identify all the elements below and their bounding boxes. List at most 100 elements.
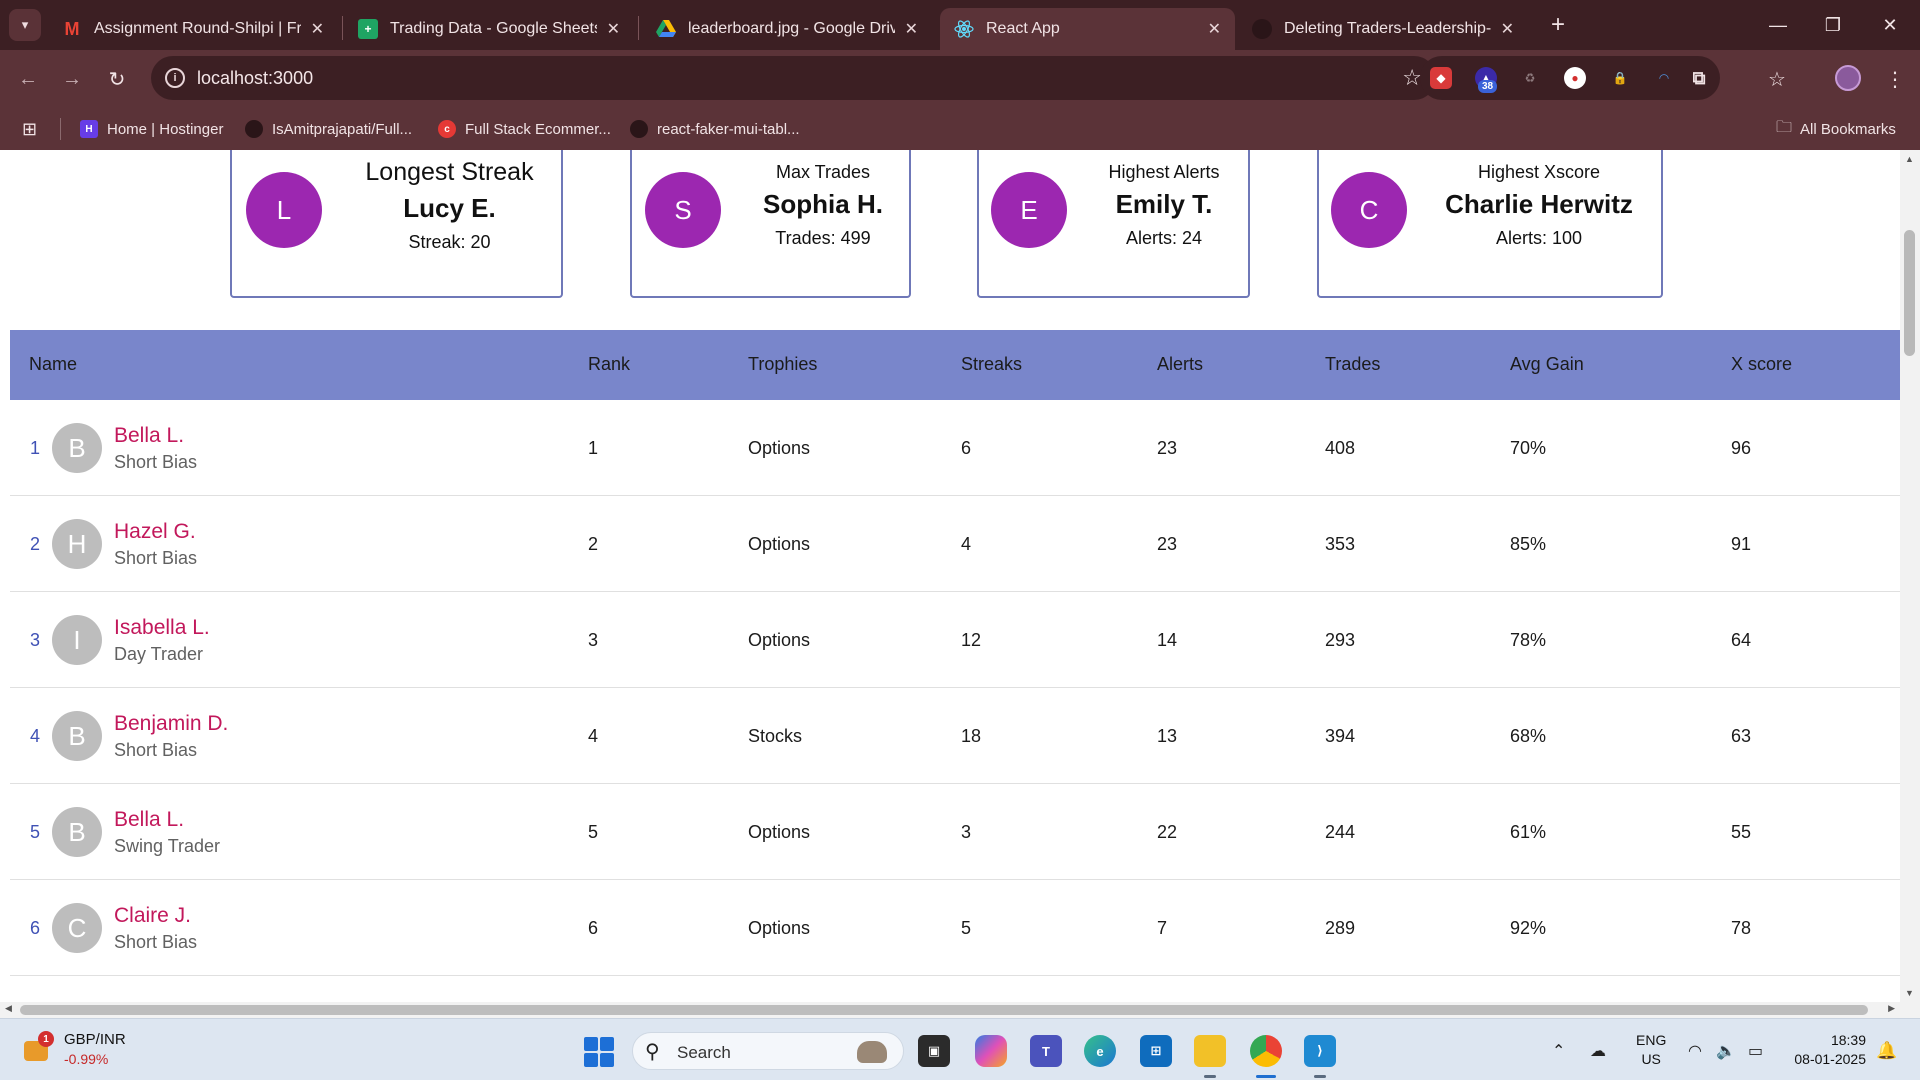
close-icon[interactable]: ✕ (311, 19, 324, 39)
volume-icon[interactable]: 🔈 (1716, 1041, 1736, 1061)
url-text[interactable]: localhost:3000 (197, 68, 313, 89)
close-icon[interactable]: ✕ (905, 19, 918, 39)
reload-button[interactable]: ↻ (101, 63, 133, 95)
close-icon[interactable]: ✕ (1208, 19, 1221, 39)
row-index: 3 (30, 630, 41, 650)
extension-red-icon[interactable]: ◆ (1430, 67, 1452, 89)
bookmark-ecommerce[interactable]: c Full Stack Ecommer... (438, 118, 611, 140)
all-bookmarks[interactable]: 🗀 All Bookmarks (1776, 118, 1896, 140)
cell-rank: 3 (588, 630, 599, 650)
tab-react-app[interactable]: React App ✕ (940, 8, 1235, 50)
extension-gauge-icon[interactable]: ◠ (1653, 67, 1675, 89)
cell-avg-gain: 85% (1510, 534, 1547, 554)
tab-drive[interactable]: leaderboard.jpg - Google Drive ✕ (642, 8, 932, 50)
trader-name-link[interactable]: Benjamin D. (114, 712, 228, 736)
trader-name-link[interactable]: Isabella L. (114, 616, 210, 640)
taskbar-search[interactable]: ⚲ Search (632, 1032, 904, 1070)
chevron-up-icon[interactable]: ⌃ (1552, 1041, 1565, 1061)
scroll-right-arrow-icon[interactable]: ▶ (1888, 1003, 1895, 1014)
horizontal-scroll-thumb[interactable] (20, 1005, 1868, 1015)
close-icon[interactable]: ✕ (1501, 19, 1514, 39)
bookmark-github-full[interactable]: IsAmitprajapati/Full... (245, 118, 412, 140)
header-avg-gain[interactable]: Avg Gain (1510, 354, 1584, 375)
site-info-icon[interactable]: i (165, 68, 185, 88)
trader-type: Swing Trader (114, 836, 221, 856)
file-explorer-icon[interactable] (1194, 1035, 1226, 1067)
stock-pair[interactable]: GBP/INR (64, 1031, 126, 1048)
menu-dots-icon[interactable]: ⋮ (1880, 64, 1910, 94)
notification-bell-icon[interactable]: 🔔 (1876, 1041, 1897, 1061)
close-window-button[interactable]: ✕ (1860, 8, 1920, 42)
cell-streaks: 12 (961, 630, 982, 650)
vscode-icon[interactable]: ⟩ (1304, 1035, 1336, 1067)
tab-sheets[interactable]: + Trading Data - Google Sheets ✕ (344, 8, 634, 50)
date-text: 08-01-2025 (1794, 1051, 1866, 1067)
table-row[interactable]: 2 H Hazel G. Short Bias 2 Options 4 23 3… (10, 496, 1900, 592)
minimize-button[interactable]: — (1748, 8, 1808, 42)
new-tab-button[interactable]: + (1543, 10, 1573, 40)
trader-name-link[interactable]: Bella L. (114, 808, 184, 832)
avatar: B (52, 711, 102, 761)
cell-trophies: Options (748, 822, 811, 842)
bookmark-divider (60, 118, 61, 140)
task-view-icon[interactable]: ▣ (918, 1035, 950, 1067)
edge-icon[interactable]: e (1084, 1035, 1116, 1067)
vertical-scroll-thumb[interactable] (1904, 230, 1915, 356)
language-indicator[interactable]: ENG US (1636, 1031, 1666, 1069)
back-button[interactable]: ← (12, 63, 44, 95)
card-avatar: S (645, 172, 721, 248)
extension-lock-icon[interactable]: 🔒 (1609, 67, 1631, 89)
close-icon[interactable]: ✕ (607, 19, 620, 39)
battery-icon[interactable]: ▭ (1748, 1041, 1763, 1061)
store-icon[interactable]: ⊞ (1140, 1035, 1172, 1067)
address-bar[interactable]: i localhost:3000 ☆ (151, 56, 1436, 100)
trader-name-link[interactable]: Hazel G. (114, 520, 196, 544)
header-streaks[interactable]: Streaks (961, 354, 1022, 375)
header-alerts[interactable]: Alerts (1157, 354, 1203, 375)
trader-name-link[interactable]: Claire J. (114, 904, 191, 928)
stock-widget-icon[interactable]: 1 (24, 1031, 54, 1063)
tab-search-button[interactable]: ▾ (9, 9, 41, 41)
scroll-up-arrow-icon[interactable]: ▲ (1905, 154, 1914, 164)
table-row[interactable]: 1 B Bella L. Short Bias 1 Options 6 23 4… (10, 400, 1900, 496)
copilot-icon[interactable] (975, 1035, 1007, 1067)
tab-gmail[interactable]: M Assignment Round-Shilpi | Fron ✕ (48, 8, 338, 50)
extension-recycle-icon[interactable]: ♻ (1519, 67, 1541, 89)
header-trades[interactable]: Trades (1325, 354, 1380, 375)
vertical-scrollbar[interactable]: ▲ ▼ (1900, 150, 1920, 1002)
forward-button[interactable]: → (56, 63, 88, 95)
extensions-puzzle-icon[interactable]: ⧉ (1688, 67, 1710, 89)
scroll-left-arrow-icon[interactable]: ◀ (5, 1003, 12, 1014)
cell-trophies: Options (748, 918, 811, 938)
horizontal-scrollbar[interactable]: ◀ ▶ (0, 1002, 1900, 1018)
teams-icon[interactable]: T (1030, 1035, 1062, 1067)
chrome-icon[interactable] (1250, 1035, 1282, 1067)
wifi-icon[interactable]: ◠ (1688, 1041, 1702, 1061)
table-row[interactable]: 6 C Claire J. Short Bias 6 Options 5 7 2… (10, 880, 1900, 976)
windows-start-icon[interactable] (584, 1037, 614, 1067)
bookmark-label: Full Stack Ecommer... (465, 120, 611, 138)
header-name[interactable]: Name (29, 354, 77, 375)
header-x-score[interactable]: X score (1731, 354, 1792, 375)
table-row[interactable]: 3 I Isabella L. Day Trader 3 Options 12 … (10, 592, 1900, 688)
search-icon: ⚲ (645, 1041, 660, 1063)
apps-grid-icon[interactable]: ⊞ (22, 118, 37, 140)
hostinger-icon: H (80, 120, 98, 138)
scroll-down-arrow-icon[interactable]: ▼ (1905, 988, 1914, 998)
bookmark-hostinger[interactable]: H Home | Hostinger (80, 118, 223, 140)
table-row[interactable]: 4 B Benjamin D. Short Bias 4 Stocks 18 1… (10, 688, 1900, 784)
profile-avatar[interactable] (1835, 65, 1861, 91)
header-trophies[interactable]: Trophies (748, 354, 817, 375)
restore-button[interactable]: ❐ (1803, 8, 1863, 42)
cell-trades: 289 (1325, 918, 1356, 938)
tab-github[interactable]: Deleting Traders-Leadership-Da ✕ (1238, 8, 1528, 50)
onedrive-icon[interactable]: ☁ (1590, 1041, 1606, 1061)
bookmark-react-faker[interactable]: react-faker-mui-tabl... (630, 118, 800, 140)
clock[interactable]: 18:39 08-01-2025 (1786, 1031, 1866, 1069)
card-name: Lucy E. (403, 193, 496, 223)
table-row[interactable]: 5 B Bella L. Swing Trader 5 Options 3 22… (10, 784, 1900, 880)
header-rank[interactable]: Rank (588, 354, 630, 375)
trader-name-link[interactable]: Bella L. (114, 424, 184, 448)
extension-pokeball-icon[interactable]: ● (1564, 67, 1586, 89)
reading-list-icon[interactable]: ☆ (1762, 64, 1792, 94)
